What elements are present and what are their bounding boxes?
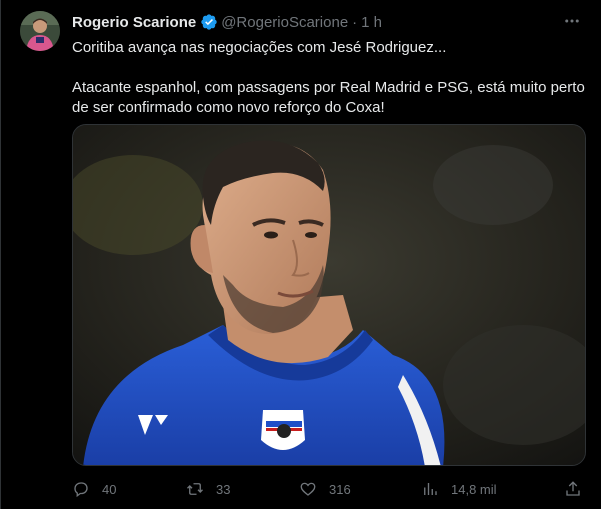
retweet-icon [187, 483, 203, 495]
heart-icon [300, 482, 316, 496]
separator-dot: · [352, 13, 358, 31]
author-name[interactable]: Rogerio Scarione [72, 14, 196, 31]
views-button[interactable]: 14,8 mil [421, 478, 497, 500]
tweet-text-line1: Coritiba avança nas negociações com Jesé… [72, 39, 447, 56]
tweet-actions: 40 33 316 14,8 mil [72, 478, 586, 500]
tweet-text-line2: Atacante espanhol, com passagens por Rea… [72, 79, 585, 116]
views-count: 14,8 mil [451, 481, 497, 497]
share-icon [566, 481, 580, 496]
reply-icon [74, 482, 88, 498]
tweet-header: Rogerio Scarione @RogerioScarione · 1 h [72, 12, 382, 32]
tweet-media-photo[interactable] [72, 124, 586, 466]
author-handle[interactable]: @RogerioScarione [221, 14, 348, 31]
avatar-image [20, 11, 60, 51]
tweet-timestamp[interactable]: 1 h [361, 14, 382, 31]
retweet-button[interactable]: 33 [186, 478, 230, 500]
share-button[interactable] [564, 478, 582, 500]
like-count: 316 [329, 481, 351, 497]
tweet-card[interactable]: Rogerio Scarione @RogerioScarione · 1 h … [0, 0, 601, 509]
photo-of-player [73, 125, 585, 465]
verified-badge-icon [201, 14, 217, 30]
tweet-text: Coritiba avança nas negociações com Jesé… [72, 38, 592, 118]
reply-count: 40 [102, 481, 117, 497]
reply-button[interactable]: 40 [72, 478, 116, 500]
views-chart-icon [424, 483, 437, 495]
like-button[interactable]: 316 [299, 478, 351, 500]
more-dots-icon [565, 19, 579, 23]
avatar[interactable] [20, 11, 60, 51]
retweet-count: 33 [216, 481, 231, 497]
more-options-button[interactable] [561, 10, 583, 32]
